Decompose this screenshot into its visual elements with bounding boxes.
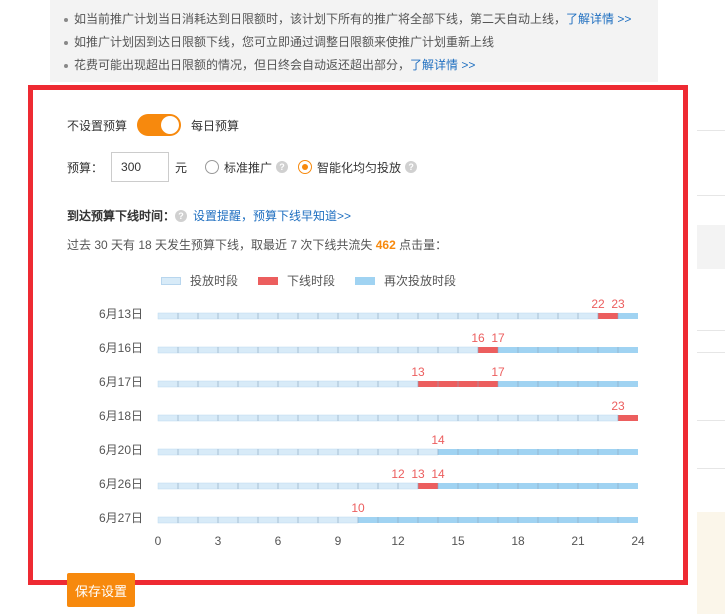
shaded-row: [697, 512, 725, 614]
reserving-segment: [618, 313, 638, 319]
hour-label: 23: [611, 399, 625, 413]
notice-item: 如当前推广计划当日消耗达到日限额时，该计划下所有的推广将全部下线，第二天自动上线…: [64, 8, 658, 31]
hour-label: 13: [411, 365, 425, 379]
divider: [697, 352, 725, 353]
page: 如当前推广计划当日消耗达到日限额时，该计划下所有的推广将全部下线，第二天自动上线…: [0, 0, 725, 614]
notice-text: 如当前推广计划当日消耗达到日限额时，该计划下所有的推广将全部下线，第二天自动上线…: [74, 12, 567, 26]
serving-segment: [157, 414, 619, 422]
hour-label: 22: [591, 297, 605, 311]
x-tick-label: 12: [391, 534, 405, 548]
divider: [697, 195, 725, 196]
hour-label: 14: [431, 433, 445, 447]
row-date-label: 6月26日: [99, 477, 143, 491]
hour-label: 14: [431, 467, 445, 481]
offline-segment: [598, 313, 618, 319]
row-date-label: 6月20日: [99, 443, 143, 457]
row-date-label: 6月18日: [99, 409, 143, 423]
row-date-label: 6月17日: [99, 375, 143, 389]
row-date-label: 6月16日: [99, 341, 143, 355]
x-tick-label: 18: [511, 534, 525, 548]
hour-label: 16: [471, 331, 485, 345]
x-tick-label: 15: [451, 534, 465, 548]
hour-label: 23: [611, 297, 625, 311]
x-tick-label: 24: [631, 534, 645, 548]
budget-panel: 不设置预算 每日预算 预算： 元 标准推广 ? 智能化均匀投放 ? 到达预算下线…: [28, 85, 688, 585]
hour-label: 10: [351, 501, 365, 515]
divider: [697, 130, 725, 131]
notice-item: 如推广计划因到达日限额下线，您可立即通过调整日限额来使推广计划重新上线: [64, 31, 658, 54]
divider: [697, 420, 725, 421]
x-tick-label: 21: [571, 534, 585, 548]
offline-segment: [478, 347, 498, 353]
hour-label: 12: [391, 467, 405, 481]
offline-segment: [418, 483, 438, 489]
notice-text: 花费可能出现超出日限额的情况，但日终会自动返还超出部分，: [74, 58, 411, 72]
serving-segment: [157, 380, 419, 388]
row-date-label: 6月13日: [99, 307, 143, 321]
offline-timeline-chart: 6月13日 22 23 6月16日 16 17 6月17日 13 17 6月18日 23 6月20日 1…: [99, 297, 645, 548]
divider: [697, 330, 725, 331]
x-tick-label: 3: [215, 534, 222, 548]
learn-more-link[interactable]: 了解详情 >>: [410, 58, 475, 72]
right-column: [697, 0, 725, 614]
reserving-segment: [498, 347, 638, 353]
serving-segment: [157, 482, 419, 490]
offline-segment: [618, 415, 638, 421]
divider: [697, 468, 725, 469]
x-tick-label: 0: [155, 534, 162, 548]
x-tick-label: 9: [335, 534, 342, 548]
hour-label: 13: [411, 467, 425, 481]
hour-label: 17: [491, 331, 505, 345]
save-button[interactable]: 保存设置: [67, 573, 135, 607]
row-date-label: 6月27日: [99, 511, 143, 525]
shaded-row: [697, 225, 725, 269]
reserving-segment: [498, 381, 638, 387]
hour-label: 17: [491, 365, 505, 379]
x-tick-label: 6: [275, 534, 282, 548]
learn-more-link[interactable]: 了解详情 >>: [566, 12, 631, 26]
notice-text: 如推广计划因到达日限额下线，您可立即通过调整日限额来使推广计划重新上线: [74, 35, 495, 49]
notice-list: 如当前推广计划当日消耗达到日限额时，该计划下所有的推广将全部下线，第二天自动上线…: [50, 0, 658, 77]
notice-box: 如当前推广计划当日消耗达到日限额时，该计划下所有的推广将全部下线，第二天自动上线…: [50, 0, 658, 82]
notice-item: 花费可能出现超出日限额的情况，但日终会自动返还超出部分，了解详情 >>: [64, 54, 658, 77]
